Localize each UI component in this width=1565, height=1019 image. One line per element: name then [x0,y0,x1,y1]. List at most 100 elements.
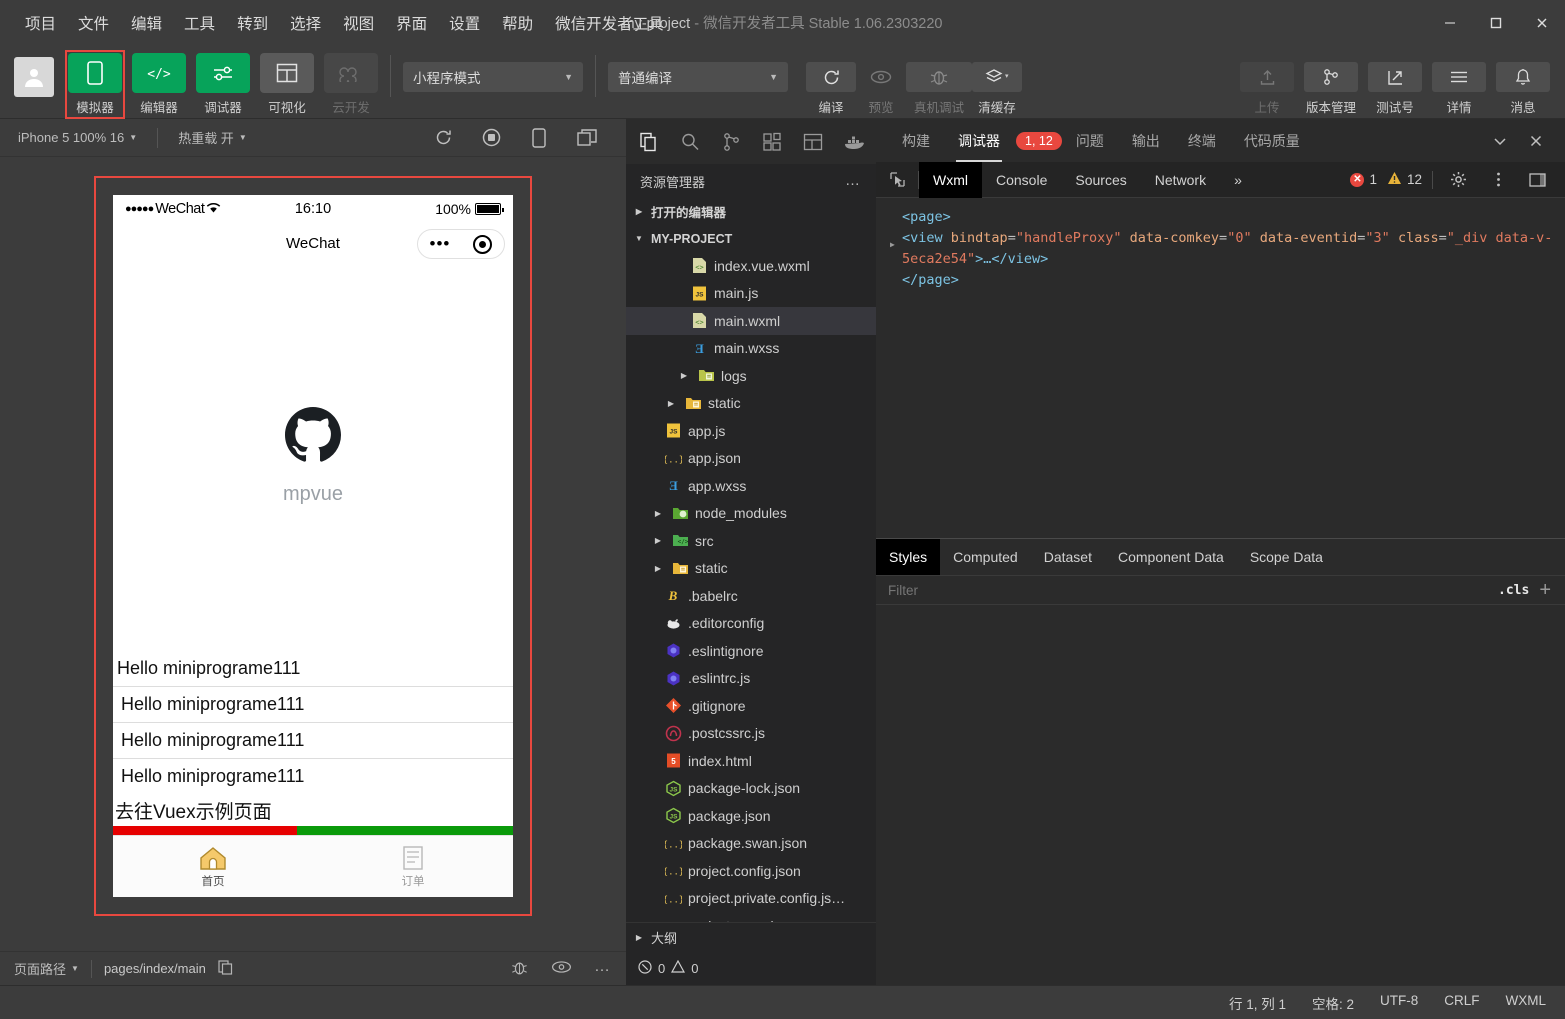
minimize-button[interactable] [1427,0,1473,45]
menu-item-interface[interactable]: 界面 [385,8,438,38]
close-panel-icon[interactable] [1521,126,1551,156]
tree-file[interactable]: Ǝapp.wxss [626,472,876,500]
extensions-icon[interactable] [751,119,792,164]
tree-file[interactable]: JS package-lock.json [626,775,876,803]
docker-icon[interactable] [833,119,874,164]
capsule-menu[interactable]: ••• [417,229,505,259]
menu-item-file[interactable]: 文件 [67,8,120,38]
status-cursor-position[interactable]: 行 1, 列 1 [1216,993,1299,1013]
devtools-warning-count-group[interactable]: 12 [1387,171,1422,188]
chevron-right-icon[interactable]: ▶ [664,399,678,408]
tab-code-quality[interactable]: 代码质量 [1230,119,1314,162]
collapse-panel-icon[interactable] [1485,126,1515,156]
detach-window-icon[interactable] [576,127,598,149]
tree-folder[interactable]: ▶ </> src [626,527,876,555]
menu-item-tools[interactable]: 工具 [173,8,226,38]
devtools-tab-console[interactable]: Console [982,162,1061,198]
editor-button[interactable]: </> 编辑器 [132,53,186,116]
devtools-tab-sources[interactable]: Sources [1061,162,1140,198]
page-path-select[interactable]: 页面路径 ▼ [14,959,79,978]
test-account-button[interactable]: 测试号 [1367,53,1423,116]
menu-item-help[interactable]: 帮助 [491,8,544,38]
list-item[interactable]: Hello miniprograme111 [113,722,513,758]
tabbar-item-home[interactable]: 首页 [113,836,313,897]
copy-path-icon[interactable] [218,959,233,978]
devtools-tab-network[interactable]: Network [1141,162,1220,198]
cloud-dev-button[interactable]: 云开发 [324,53,378,116]
files-icon[interactable] [628,119,669,164]
devtools-tab-more[interactable]: » [1220,162,1256,198]
record-icon[interactable] [480,127,502,149]
device-select[interactable]: iPhone 5 100% 16 ▼ [12,127,143,148]
maximize-button[interactable] [1473,0,1519,45]
compile-button[interactable]: 编译 [806,53,856,116]
tree-file[interactable]: 5 index.html [626,747,876,775]
layout-icon[interactable] [792,119,833,164]
menu-item-select[interactable]: 选择 [279,8,332,38]
menu-item-settings[interactable]: 设置 [438,8,491,38]
devtools-more-icon[interactable] [1483,165,1513,195]
footer-more-icon[interactable]: … [594,958,612,974]
list-item[interactable]: Hello miniprograme111 [113,686,513,722]
avatar[interactable] [14,57,54,97]
simulator-button[interactable]: 模拟器 [65,50,125,119]
close-circle-icon[interactable] [473,234,493,254]
tree-file[interactable]: {..}project.swan.json [626,912,876,922]
devtools-tab-wxml[interactable]: Wxml [919,161,982,198]
chevron-right-icon[interactable]: ▶ [651,564,665,573]
menu-item-devtools[interactable]: 微信开发者工具 [544,8,675,38]
details-button[interactable]: 详情 [1431,53,1487,116]
close-button[interactable] [1519,0,1565,45]
preview-button[interactable]: 预览 [856,53,906,116]
footer-eye-icon[interactable] [551,960,572,977]
status-language-mode[interactable]: WXML [1493,993,1560,1013]
chevron-right-icon[interactable]: ▶ [651,536,665,545]
tree-file[interactable]: {..} project.config.json [626,857,876,885]
tree-folder[interactable]: ▶ logs [626,362,876,390]
vuex-example-link[interactable]: 去往Vuex示例页面 [113,794,513,826]
tab-output[interactable]: 输出 [1118,119,1174,162]
real-device-debug-button[interactable]: 真机调试 [906,53,972,116]
tree-file[interactable]: {..} package.swan.json [626,830,876,858]
settings-gear-icon[interactable] [1443,165,1473,195]
section-my-project[interactable]: ▼ MY-PROJECT [626,225,876,252]
inspect-element-icon[interactable] [876,162,918,198]
styles-tab-scope-data[interactable]: Scope Data [1237,539,1336,575]
code-expander-icon[interactable]: ▶ [890,228,902,270]
footer-bug-icon[interactable] [510,958,529,980]
menu-item-edit[interactable]: 编辑 [120,8,173,38]
chevron-right-icon[interactable]: ▶ [677,371,691,380]
tabbar-item-orders[interactable]: 订单 [313,836,513,897]
styles-tab-styles[interactable]: Styles [876,539,941,575]
tree-file[interactable]: B .babelrc [626,582,876,610]
messages-button[interactable]: 消息 [1495,53,1551,116]
styles-tab-component-data[interactable]: Component Data [1105,539,1237,575]
menu-item-project[interactable]: 项目 [14,8,67,38]
tree-file[interactable]: JS app.js [626,417,876,445]
styles-tab-computed[interactable]: Computed [940,539,1031,575]
status-indentation[interactable]: 空格: 2 [1299,993,1367,1013]
mode-select[interactable]: 小程序模式 ▼ [403,62,583,92]
outline-section[interactable]: ▶ 大纲 [626,923,876,951]
menu-item-goto[interactable]: 转到 [226,8,279,38]
status-encoding[interactable]: UTF-8 [1367,993,1431,1013]
clear-cache-button[interactable]: ▾ 清缓存 [972,53,1022,116]
hot-reload-select[interactable]: 热重载 开 ▼ [172,125,253,150]
tree-file[interactable]: {..} app.json [626,445,876,473]
list-item[interactable]: Hello miniprograme111 [113,650,513,686]
tree-folder[interactable]: ▶ node_modules [626,500,876,528]
chevron-right-icon[interactable]: ▶ [651,509,665,518]
tab-debugger[interactable]: 调试器 [944,119,1014,162]
refresh-simulator-icon[interactable] [432,127,454,149]
tree-file[interactable]: .postcssrc.js [626,720,876,748]
compile-select[interactable]: 普通编译 ▼ [608,62,788,92]
tree-folder[interactable]: ▶ static [626,390,876,418]
tab-problems[interactable]: 问题 [1062,119,1118,162]
tab-build[interactable]: 构建 [888,119,944,162]
tree-file[interactable]: {..} project.private.config.js… [626,885,876,913]
tree-file[interactable]: JS package.json [626,802,876,830]
tree-file[interactable]: .eslintignore [626,637,876,665]
version-control-button[interactable]: 版本管理 [1303,53,1359,116]
visualize-button[interactable]: 可视化 [260,53,314,116]
debugger-button[interactable]: 调试器 [196,53,250,116]
